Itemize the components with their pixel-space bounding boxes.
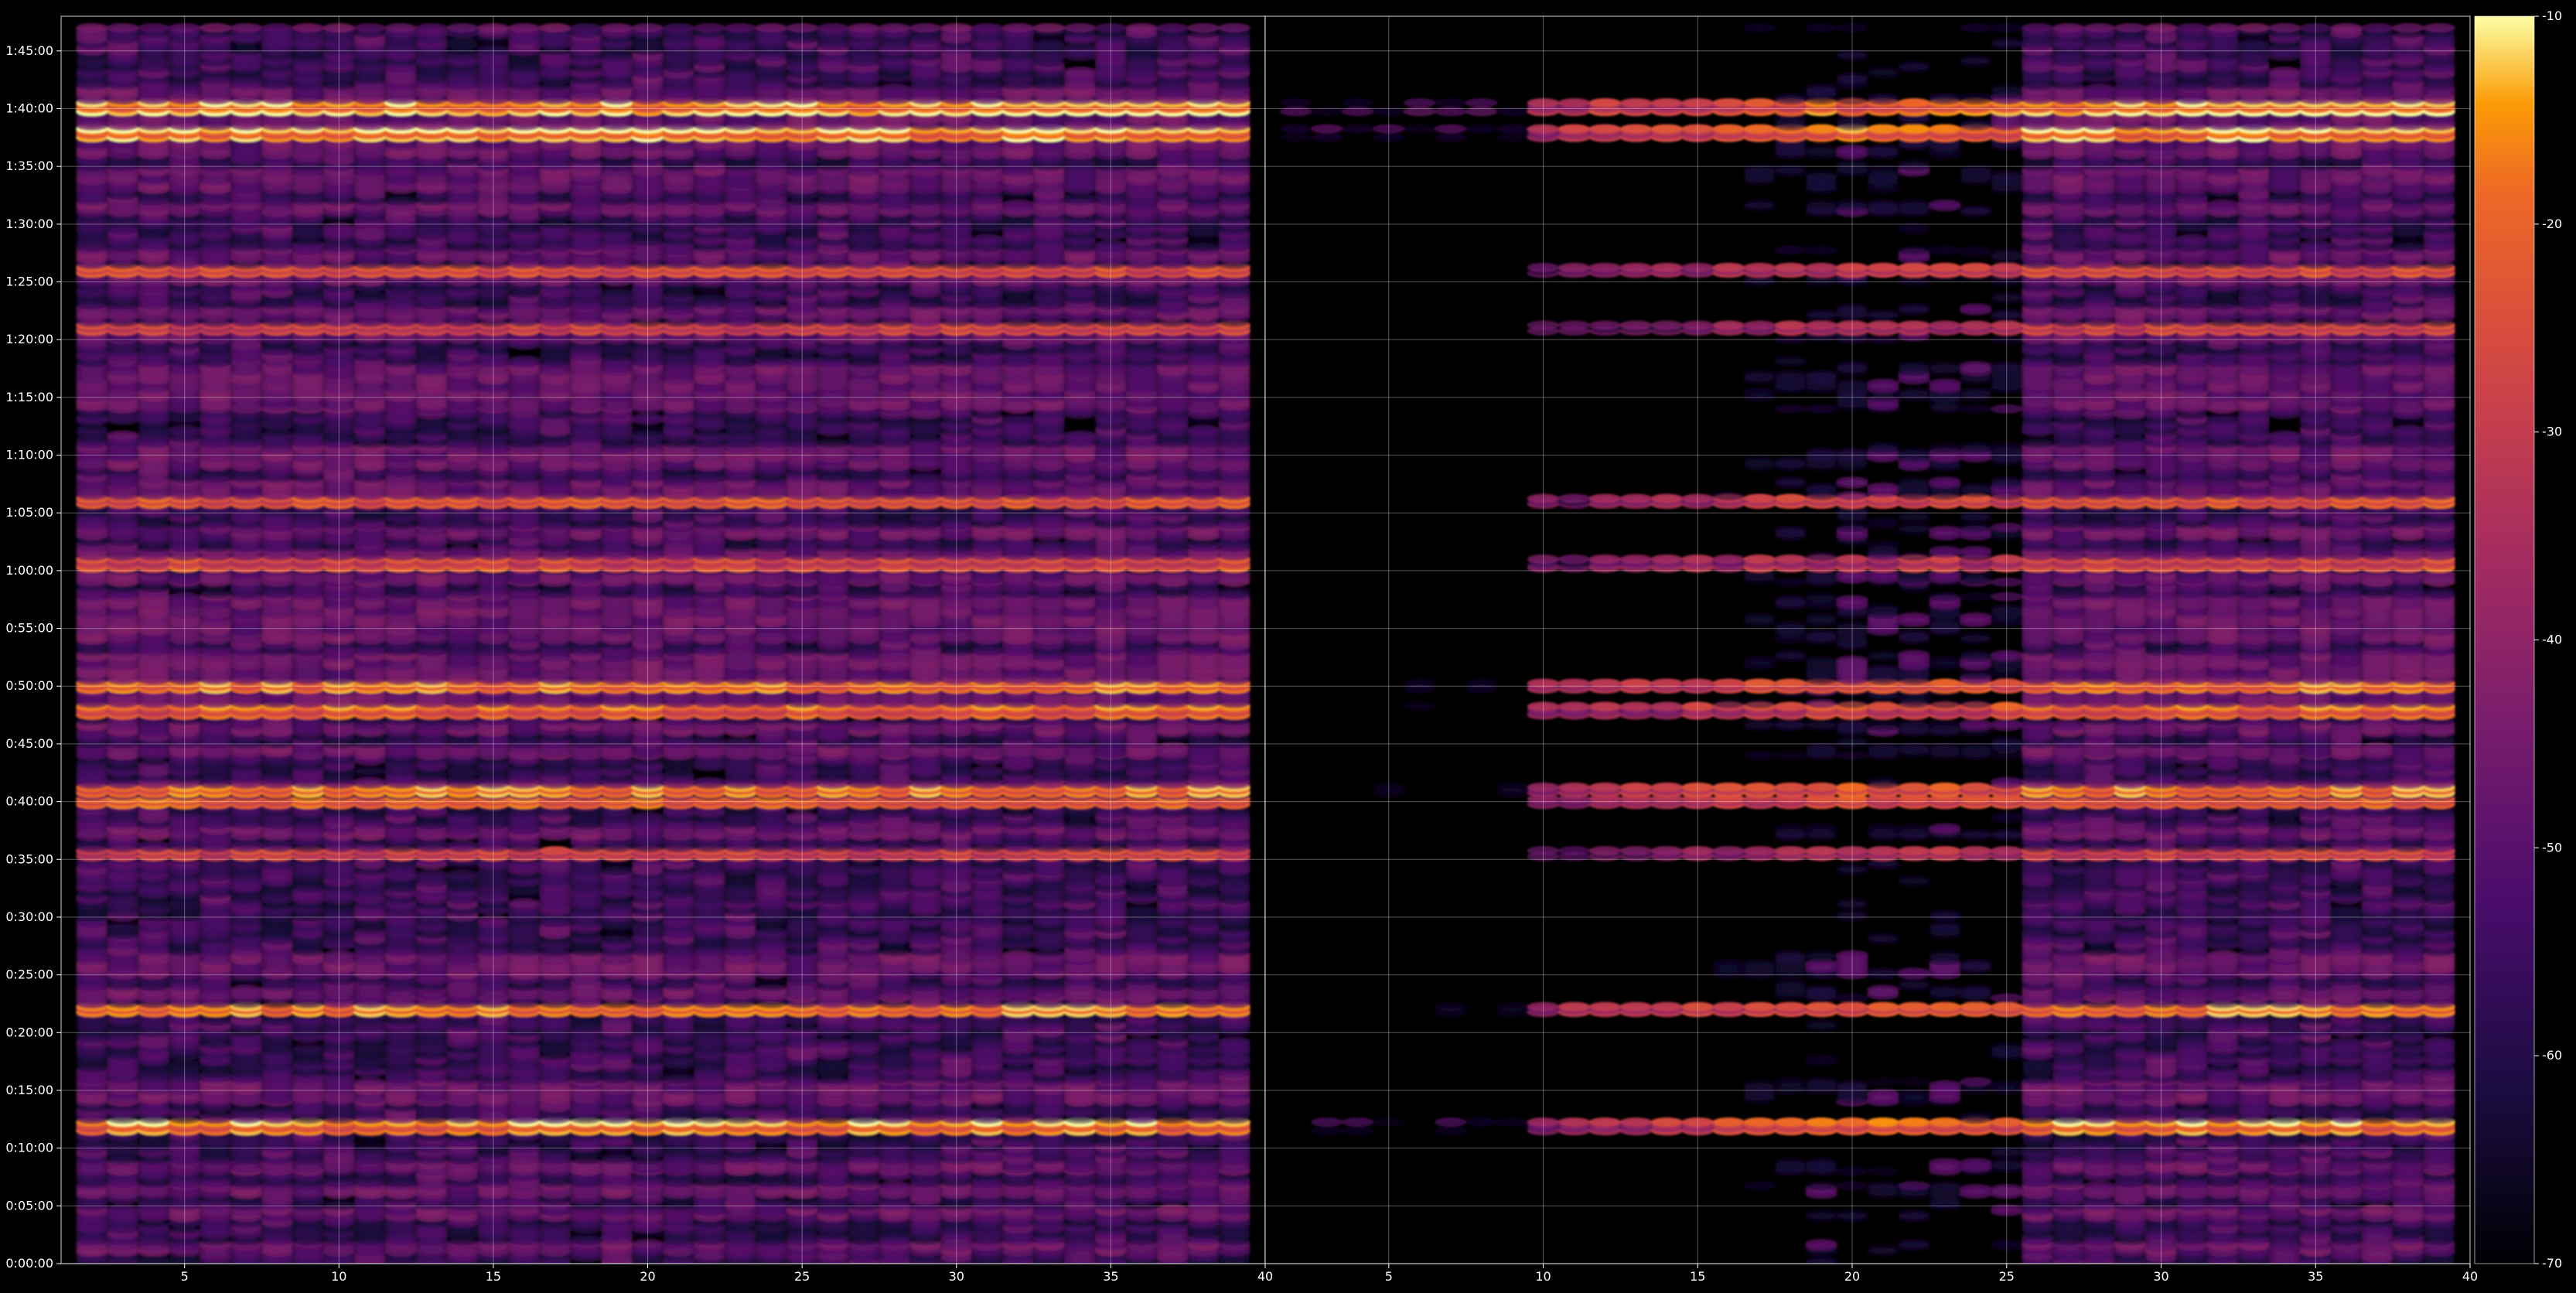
heatmap-cell bbox=[230, 23, 263, 32]
heatmap-cell bbox=[138, 841, 170, 850]
spectrogram-figure: 0:00:000:05:000:10:000:15:000:20:000:25:… bbox=[0, 0, 2576, 1293]
heatmap-cell bbox=[353, 777, 386, 786]
heatmap-cell bbox=[107, 430, 139, 439]
heatmap-cell bbox=[107, 23, 139, 32]
heatmap-cell bbox=[384, 23, 417, 32]
heatmap-cell bbox=[138, 23, 170, 32]
heatmap-cell bbox=[200, 23, 232, 32]
heatmap-cell bbox=[353, 766, 386, 775]
left-heatmap-cells bbox=[76, 23, 1250, 1268]
heatmap-cell bbox=[230, 984, 263, 994]
left-heatmap-panel: 0:00:000:05:000:10:000:15:000:20:000:25:… bbox=[5, 16, 1265, 1284]
heatmap-cell bbox=[261, 23, 294, 32]
heatmap-cell bbox=[292, 23, 325, 32]
heatmap-cell bbox=[415, 869, 448, 878]
heatmap-cell bbox=[76, 23, 108, 32]
heatmap-cell bbox=[353, 1077, 386, 1087]
heatmap-cell bbox=[353, 23, 386, 32]
heatmap-cell bbox=[107, 921, 139, 930]
heatmap-cell bbox=[292, 1042, 325, 1052]
heatmap-cell bbox=[384, 193, 417, 203]
